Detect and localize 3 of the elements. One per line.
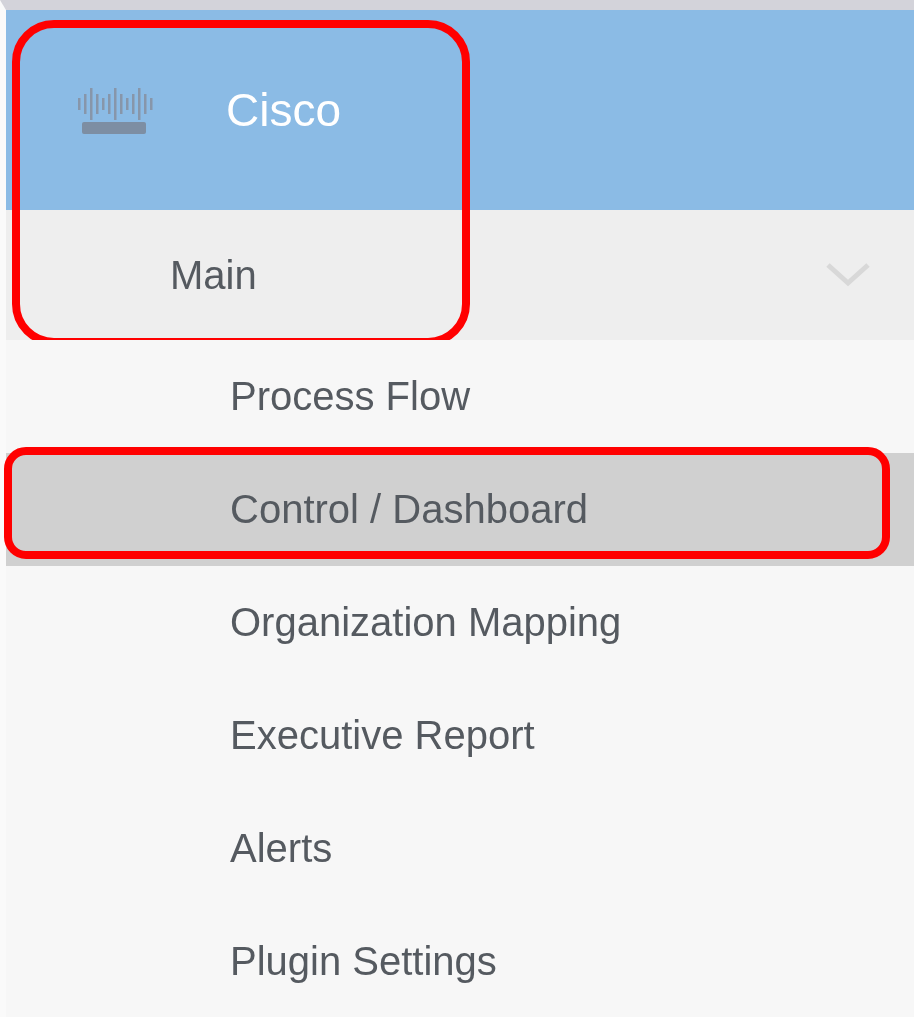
group-label: Main [170, 252, 257, 298]
brand-title: Cisco [226, 83, 342, 137]
menu-group[interactable]: Main [6, 210, 914, 340]
